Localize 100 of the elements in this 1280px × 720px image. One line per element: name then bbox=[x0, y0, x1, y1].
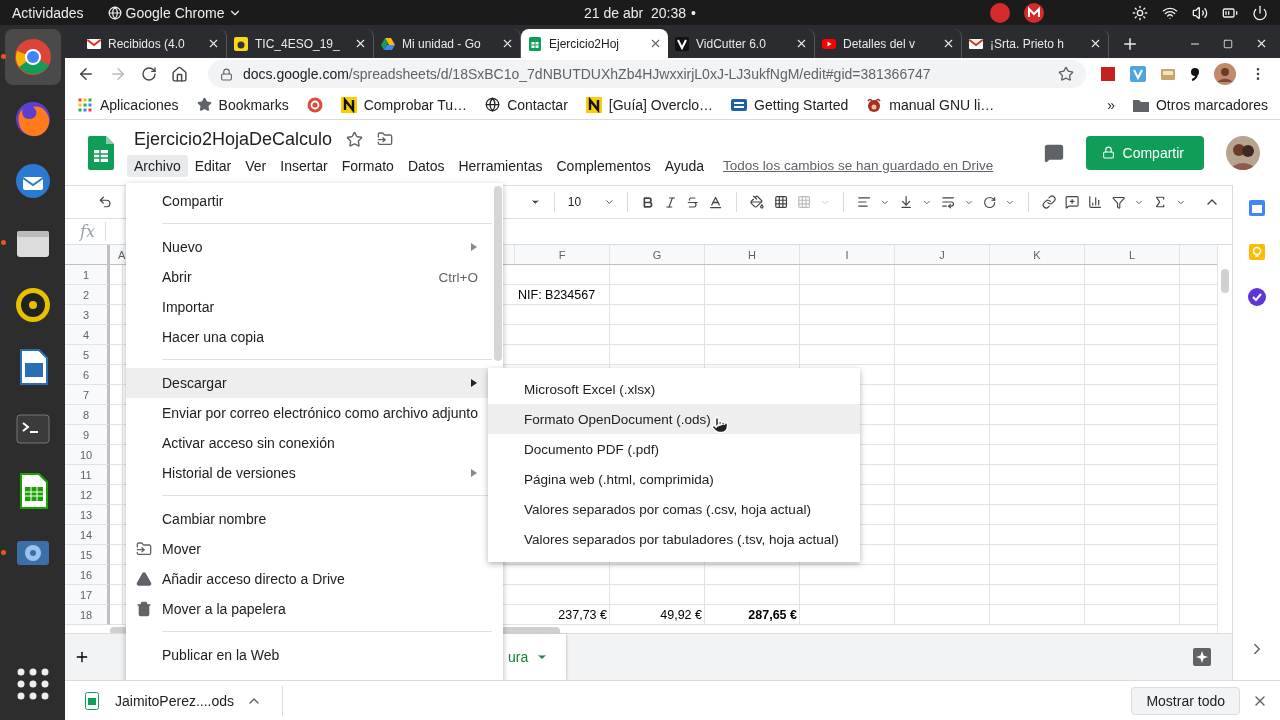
row-header[interactable]: 6 bbox=[65, 365, 110, 385]
close-icon[interactable] bbox=[1089, 37, 1102, 50]
menu-item[interactable]: Insertar bbox=[273, 154, 335, 177]
vertical-align-icon[interactable] bbox=[898, 194, 913, 210]
row-header[interactable]: 15 bbox=[65, 545, 110, 565]
close-icon[interactable] bbox=[501, 37, 514, 50]
filter-icon[interactable] bbox=[1111, 194, 1125, 210]
column-header[interactable]: J bbox=[895, 245, 990, 264]
spreadsheet-file-icon[interactable] bbox=[85, 691, 99, 710]
column-header[interactable]: I bbox=[800, 245, 895, 264]
row-header[interactable]: 16 bbox=[65, 565, 110, 585]
bookmark[interactable]: Aplicaciones bbox=[77, 96, 179, 113]
power-icon[interactable] bbox=[1252, 4, 1268, 21]
close-icon[interactable] bbox=[207, 37, 220, 50]
bookmark[interactable]: Contactar bbox=[485, 96, 568, 113]
document-title[interactable]: Ejercicio2HojaDeCalculo bbox=[134, 128, 333, 150]
close-icon[interactable] bbox=[1255, 37, 1268, 50]
menu-item[interactable]: Ayuda bbox=[657, 154, 712, 177]
volume-icon[interactable] bbox=[1192, 4, 1208, 21]
share-button[interactable]: Compartir bbox=[1085, 135, 1204, 170]
scrollbar[interactable] bbox=[493, 186, 502, 361]
menu-item[interactable]: Publicar en la Web bbox=[126, 640, 492, 670]
add-sheet-icon[interactable] bbox=[74, 649, 90, 665]
menu-item[interactable]: Importar bbox=[126, 292, 492, 322]
rotate-icon[interactable] bbox=[982, 194, 997, 210]
extension-icon[interactable] bbox=[1190, 67, 1200, 81]
menu-item[interactable]: Nuevo bbox=[126, 232, 492, 262]
row-header[interactable]: 4 bbox=[65, 325, 110, 345]
bold-icon[interactable] bbox=[641, 194, 655, 210]
reload-icon[interactable] bbox=[141, 66, 157, 82]
brightness-icon[interactable] bbox=[1132, 4, 1148, 21]
circle-logo-icon[interactable] bbox=[306, 96, 323, 113]
column-header[interactable]: G bbox=[610, 245, 705, 264]
close-icon[interactable] bbox=[795, 37, 808, 50]
column-header[interactable]: L bbox=[1085, 245, 1180, 264]
bookmark[interactable]: Bookmarks bbox=[196, 96, 289, 113]
star-icon[interactable] bbox=[1058, 66, 1074, 82]
row-header[interactable]: 5 bbox=[65, 345, 110, 365]
menu-item[interactable]: Ver bbox=[238, 154, 274, 177]
merge-cells-icon[interactable] bbox=[796, 194, 811, 210]
bookmark[interactable]: manual GNU li… bbox=[866, 96, 995, 113]
save-status-link[interactable]: Todos los cambios se han guardado en Drive bbox=[723, 158, 994, 173]
row-header[interactable]: 3 bbox=[65, 305, 110, 325]
spreadsheet-logo-icon[interactable] bbox=[88, 135, 114, 170]
maximize-icon[interactable] bbox=[1223, 38, 1233, 49]
borders-icon[interactable] bbox=[773, 194, 788, 210]
address-bar[interactable]: docs.google.com/spreadsheets/d/18SxBC1o_7dNBUTDUXhZb4HJwxxirjL0xJ-LJ3ukfNgM/edit#gid=381366747 bbox=[208, 60, 1086, 88]
app-menu[interactable]: Google Chrome bbox=[107, 4, 243, 21]
menu-item[interactable]: Formato OpenDocument (.ods) bbox=[488, 404, 860, 434]
row-header[interactable]: 10 bbox=[65, 445, 110, 465]
star-icon[interactable] bbox=[346, 130, 364, 148]
row-header[interactable]: 17 bbox=[65, 585, 110, 605]
row-header[interactable]: 8 bbox=[65, 405, 110, 425]
bookmark[interactable]: Getting Started bbox=[731, 96, 849, 113]
row-header[interactable]: 12 bbox=[65, 485, 110, 505]
link-icon[interactable] bbox=[1041, 194, 1057, 210]
strikethrough-icon[interactable] bbox=[685, 194, 700, 210]
wrap-icon[interactable] bbox=[940, 194, 956, 210]
row-header[interactable]: 14 bbox=[65, 525, 110, 545]
row-header[interactable]: 18 bbox=[65, 605, 110, 625]
close-icon[interactable] bbox=[942, 37, 955, 50]
browser-tab[interactable]: Ejercicio2Hoj bbox=[521, 29, 668, 58]
column-header[interactable]: H bbox=[705, 245, 800, 264]
menu-item[interactable]: Complementos bbox=[549, 154, 658, 177]
menu-item[interactable]: Editar bbox=[187, 154, 239, 177]
check-circle-icon[interactable] bbox=[1246, 287, 1267, 307]
italic-icon[interactable] bbox=[663, 194, 677, 210]
move-folder-icon[interactable] bbox=[377, 131, 394, 147]
menu-item[interactable]: Hacer una copia bbox=[126, 322, 492, 352]
round-logo-icon[interactable] bbox=[12, 37, 53, 77]
column-header[interactable]: K bbox=[990, 245, 1085, 264]
menu-item[interactable]: Compartir bbox=[126, 186, 492, 216]
explore-icon[interactable] bbox=[1192, 647, 1212, 667]
clock[interactable]: 21 de abr 20:38 bbox=[584, 4, 687, 21]
menu-item[interactable]: Herramientas bbox=[451, 154, 550, 177]
menu-item[interactable]: Mover a la papelera bbox=[126, 594, 492, 624]
calendar-icon[interactable] bbox=[1247, 199, 1266, 217]
more-bookmarks[interactable]: » bbox=[1107, 96, 1115, 113]
close-icon[interactable] bbox=[649, 37, 662, 50]
show-all-button[interactable]: Mostrar todo bbox=[1131, 686, 1240, 715]
chart-icon[interactable] bbox=[1088, 194, 1103, 210]
avatar[interactable] bbox=[1226, 135, 1260, 170]
undo-icon[interactable] bbox=[98, 194, 113, 210]
scrollbar[interactable] bbox=[1221, 269, 1229, 293]
fill-color-icon[interactable] bbox=[750, 194, 765, 210]
column-header[interactable]: F bbox=[515, 245, 610, 264]
row-header[interactable]: 9 bbox=[65, 425, 110, 445]
menu-item[interactable]: Formato bbox=[334, 154, 401, 177]
row-header[interactable]: 11 bbox=[65, 465, 110, 485]
menu-item[interactable]: Abrir Ctrl+O bbox=[126, 262, 492, 292]
download-file-name[interactable]: JaimitoPerez....ods bbox=[115, 692, 235, 709]
home-icon[interactable] bbox=[171, 65, 188, 83]
add-comment-icon[interactable] bbox=[1065, 194, 1080, 210]
row-header[interactable]: 1 bbox=[65, 265, 110, 285]
avatar[interactable] bbox=[1214, 63, 1236, 85]
font-size-field[interactable]: 10 bbox=[567, 195, 595, 209]
align-icon[interactable] bbox=[856, 194, 871, 210]
close-icon[interactable] bbox=[354, 37, 367, 50]
comments-icon[interactable] bbox=[1043, 142, 1064, 163]
row-header[interactable]: 2 bbox=[65, 285, 110, 305]
